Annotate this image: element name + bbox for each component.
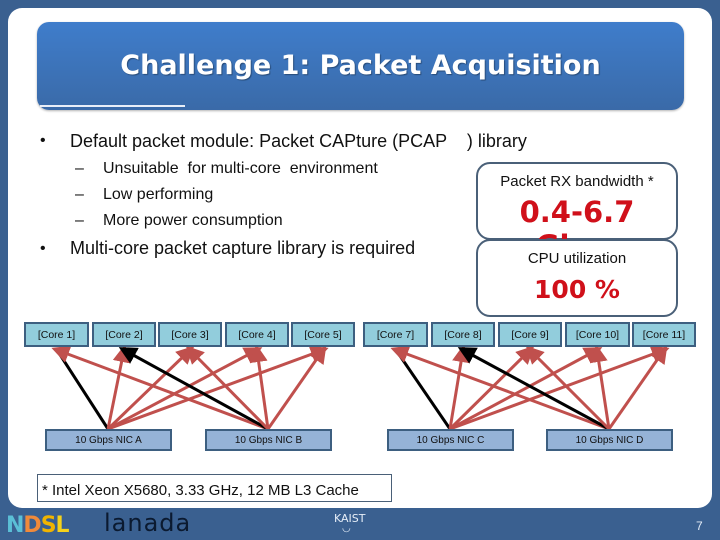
cpu-label: CPU utilization [527, 250, 627, 267]
core-box: [Core 5] [291, 322, 355, 347]
core-box: [Core 9] [498, 322, 562, 347]
dash-marker: – [75, 186, 84, 203]
core-box: [Core 1] [24, 322, 89, 347]
subitem-power: More power consumption [103, 212, 283, 229]
nic-box: 10 Gbps NIC A [45, 429, 172, 451]
nic-box: 10 Gbps NIC B [205, 429, 332, 451]
subitem-low-performing: Low performing [103, 186, 214, 203]
cpu-stat-box: CPU utilization 100 % [476, 239, 678, 317]
slide-title: Challenge 1: Packet Acquisition [120, 50, 601, 81]
core-box: [Core 11] [632, 322, 696, 347]
title-underline [40, 105, 185, 107]
dash-marker: – [75, 160, 84, 177]
bullet-marker: • [40, 132, 46, 149]
page-number: 7 [696, 519, 703, 533]
core-box: [Core 7] [363, 322, 428, 347]
subitem-unsuitable: Unsuitable for multi-core environment [103, 160, 378, 177]
bandwidth-stat-box: Packet RX bandwidth * 0.4-6.7 Gbps [476, 162, 678, 263]
cpu-value: 100 % [534, 275, 620, 304]
lanada-logo: lanada [104, 509, 192, 537]
nic-box: 10 Gbps NIC C [387, 429, 514, 451]
bullet-multicore: Multi-core packet capture library is req… [70, 238, 416, 258]
ndsl-logo: NDSL [6, 513, 70, 538]
core-box: [Core 10] [565, 322, 630, 347]
dash-marker: – [75, 212, 84, 229]
bullet-marker: • [40, 240, 46, 257]
core-box: [Core 3] [158, 322, 222, 347]
bullet-default-module: Default packet module: Packet CAPture (P… [70, 131, 527, 151]
footnote: * Intel Xeon X5680, 3.33 GHz, 12 MB L3 C… [42, 482, 359, 499]
bandwidth-label: Packet RX bandwidth * [500, 173, 654, 190]
core-box: [Core 2] [92, 322, 156, 347]
title-bar: Challenge 1: Packet Acquisition [37, 22, 684, 110]
nic-box: 10 Gbps NIC D [546, 429, 673, 451]
core-box: [Core 8] [431, 322, 495, 347]
center-logo: KAIST ◡ [334, 512, 366, 534]
core-box: [Core 4] [225, 322, 289, 347]
